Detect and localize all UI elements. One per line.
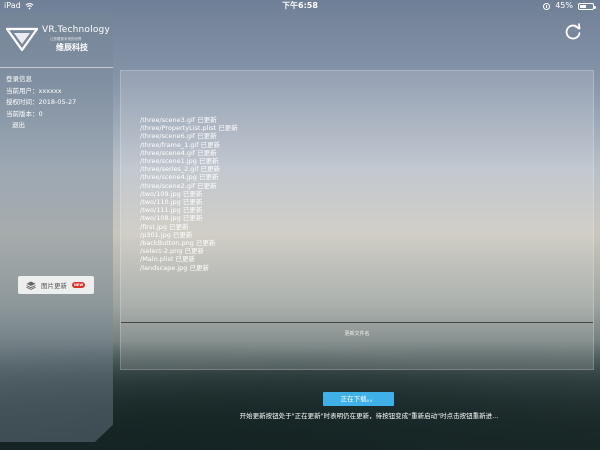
clock: 下午6:58: [282, 1, 318, 10]
panel-divider: [121, 322, 593, 323]
list-item: /three/frame_1.gif 已更新: [140, 140, 221, 149]
update-log-panel: /three/scene3.gif 已更新/three/PropertyList…: [120, 70, 594, 370]
logo-cn-name: 维辰科技: [56, 43, 88, 52]
status-bar: iPad 下午6:58 45%: [0, 0, 600, 12]
list-item: /Main.plist 已更新: [140, 255, 196, 264]
list-item: /three/scene1.jpg 已更新: [140, 157, 219, 166]
sidebar: VR.Technology 让您看到未来的世界 维辰科技 登录信息 当前用户：x…: [0, 12, 113, 442]
current-version: 当前版本：0: [6, 109, 43, 118]
list-item: /three/scene4.gif 已更新: [140, 148, 217, 157]
layers-icon: [26, 281, 36, 290]
auth-time: 授权时间：2018-05-27: [6, 98, 77, 106]
battery-icon: [578, 2, 596, 10]
list-item: /landscape.jpg 已更新: [140, 263, 209, 272]
image-update-label: 图片更新: [41, 282, 67, 290]
list-item: /three/scene6.gif 已更新: [140, 132, 217, 141]
logo-title: VR.Technology: [42, 25, 110, 35]
updated-files-list: /three/scene3.gif 已更新/three/PropertyList…: [140, 116, 238, 272]
list-item: /two/109.jpg 已更新: [140, 189, 203, 198]
downloading-button[interactable]: 正在下载。。: [323, 392, 394, 406]
current-user: 当前用户：xxxxxx: [6, 86, 62, 95]
login-info: 登录信息 当前用户：xxxxxx 授权时间：2018-05-27 当前版本：0 …: [0, 68, 113, 138]
new-badge: NEW: [72, 282, 86, 288]
list-item: /three/scene3.gif 已更新: [140, 116, 217, 124]
list-item: /three/scene4.jpg 已更新: [140, 173, 219, 182]
instruction-text: 开始更新按钮处于"正在更新"时表明仍在更新，待按钮变成"重新启动"时点击按钮重新…: [239, 412, 499, 420]
vr-logo-icon: [6, 27, 38, 51]
list-item: /two/110.jpg 已更新: [140, 198, 203, 207]
battery-percent: 45%: [555, 1, 573, 10]
refresh-icon[interactable]: [564, 23, 582, 41]
rotation-lock-icon: [543, 2, 551, 10]
list-item: /three/scene2.gif 已更新: [140, 181, 217, 190]
update-file-name-label: 更新文件名: [344, 331, 370, 337]
login-info-title: 登录信息: [6, 75, 32, 83]
list-item: /first.jpg 已更新: [140, 222, 189, 231]
list-item: /two/108.jpg 已更新: [140, 214, 203, 223]
image-update-button[interactable]: 图片更新 NEW: [18, 276, 94, 294]
logo: VR.Technology 让您看到未来的世界 维辰科技: [0, 12, 113, 68]
list-item: /p301.jpg 已更新: [140, 230, 193, 239]
logout-button[interactable]: 退出: [6, 120, 107, 132]
